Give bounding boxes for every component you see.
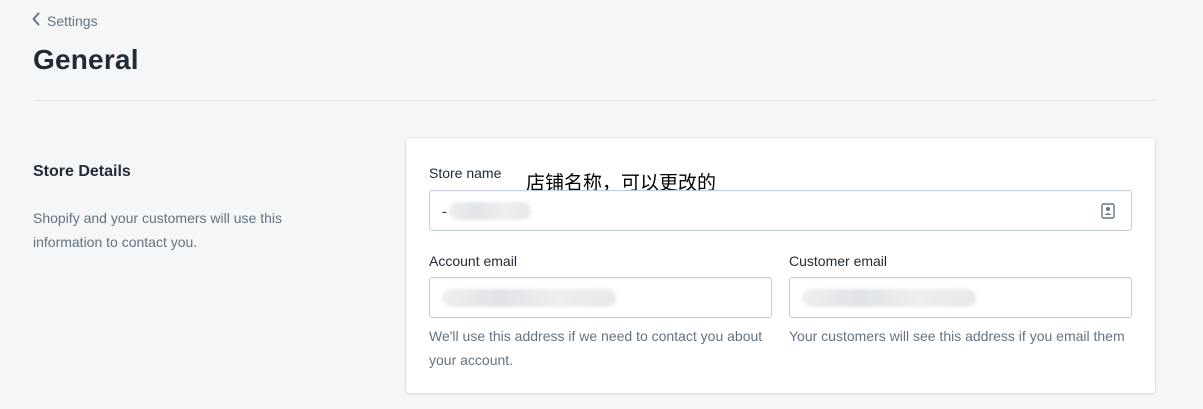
breadcrumb[interactable]: Settings xyxy=(31,12,98,29)
page-title: General xyxy=(33,44,139,75)
store-name-label: Store name xyxy=(429,165,502,181)
store-name-input[interactable]: - xyxy=(429,190,1132,231)
customer-email-help: Your customers will see this address if … xyxy=(789,328,1125,344)
store-name-value: - xyxy=(442,202,447,219)
account-email-help: We'll use this address if we need to con… xyxy=(429,328,763,368)
breadcrumb-label[interactable]: Settings xyxy=(47,13,98,29)
account-email-input[interactable] xyxy=(429,277,772,318)
customer-email-label: Customer email xyxy=(789,253,888,269)
account-email-label: Account email xyxy=(429,253,517,269)
header-divider xyxy=(33,100,1154,101)
customer-email-input[interactable] xyxy=(789,277,1132,318)
redacted-value xyxy=(442,288,616,307)
redacted-value xyxy=(802,288,976,307)
chevron-left-icon xyxy=(31,12,41,29)
contact-card-icon[interactable] xyxy=(1101,203,1115,219)
section-description: Shopify and your customers will use this… xyxy=(33,210,282,250)
section-heading: Store Details xyxy=(33,163,131,180)
redacted-value xyxy=(448,201,531,220)
